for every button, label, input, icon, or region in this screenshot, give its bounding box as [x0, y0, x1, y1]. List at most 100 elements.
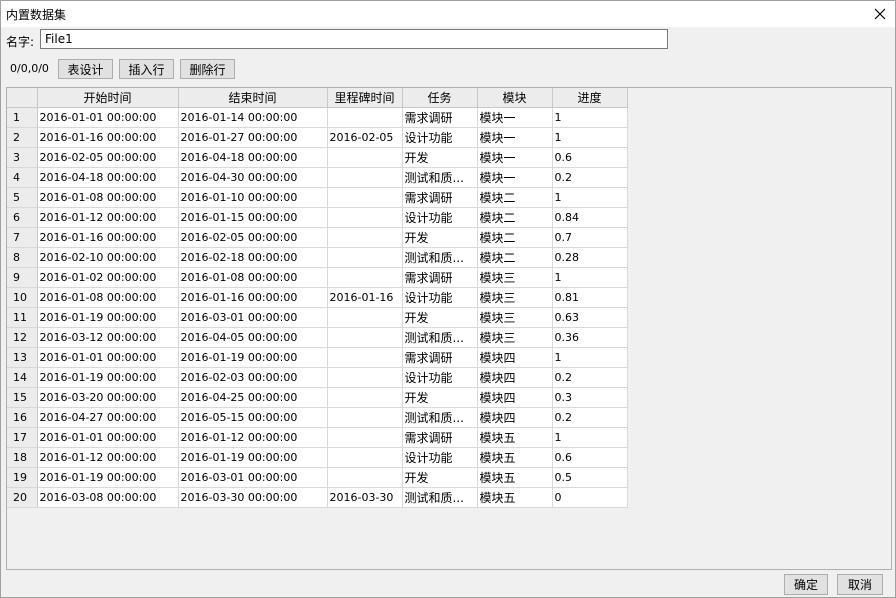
table-cell[interactable]: 模块一	[477, 167, 553, 188]
table-cell[interactable]: 设计功能	[402, 367, 478, 388]
table-row[interactable]: 13 2016-01-01 00:00:00 2016-01-19 00:00:00…	[7, 347, 628, 368]
table-cell[interactable]	[327, 247, 403, 268]
table-cell[interactable]: 1	[552, 187, 628, 208]
table-cell[interactable]: 0.3	[552, 387, 628, 408]
table-cell[interactable]: 0.84	[552, 207, 628, 228]
table-cell[interactable]: 开发	[402, 387, 478, 408]
table-cell[interactable]: 模块三	[477, 267, 553, 288]
row-number[interactable]: 6	[7, 207, 38, 228]
table-cell[interactable]: 模块五	[477, 427, 553, 448]
table-cell[interactable]: 2016-01-27 00:00:00	[178, 127, 328, 148]
table-cell[interactable]	[327, 167, 403, 188]
row-number[interactable]: 20	[7, 487, 38, 508]
table-cell[interactable]	[327, 107, 403, 128]
table-cell[interactable]: 开发	[402, 307, 478, 328]
table-row[interactable]: 16 2016-04-27 00:00:00 2016-05-15 00:00:00…	[7, 407, 628, 428]
table-cell[interactable]: 设计功能	[402, 287, 478, 308]
table-cell[interactable]	[327, 267, 403, 288]
row-number[interactable]: 2	[7, 127, 38, 148]
table-row[interactable]: 2 2016-01-16 00:00:00 2016-01-27 00:00:00 2…	[7, 127, 628, 148]
table-cell[interactable]: 2016-01-19 00:00:00	[37, 307, 179, 328]
row-number[interactable]: 4	[7, 167, 38, 188]
table-cell[interactable]: 2016-01-12 00:00:00	[37, 207, 179, 228]
row-number[interactable]: 15	[7, 387, 38, 408]
table-cell[interactable]: 2016-01-08 00:00:00	[178, 267, 328, 288]
ok-button[interactable]: 确定	[784, 574, 828, 595]
table-cell[interactable]	[327, 367, 403, 388]
table-cell[interactable]: 测试和质...	[402, 407, 478, 428]
table-cell[interactable]: 2016-02-03 00:00:00	[178, 367, 328, 388]
table-cell[interactable]: 2016-01-12 00:00:00	[37, 447, 179, 468]
table-cell[interactable]: 模块四	[477, 367, 553, 388]
table-cell[interactable]: 开发	[402, 227, 478, 248]
table-cell[interactable]: 2016-03-30 00:00:00	[178, 487, 328, 508]
column-header[interactable]: 进度	[552, 88, 628, 108]
table-cell[interactable]: 2016-04-18 00:00:00	[178, 147, 328, 168]
table-cell[interactable]: 0	[552, 487, 628, 508]
table-cell[interactable]: 2016-01-08 00:00:00	[37, 187, 179, 208]
row-number[interactable]: 19	[7, 467, 38, 488]
table-cell[interactable]: 2016-04-25 00:00:00	[178, 387, 328, 408]
row-number[interactable]: 17	[7, 427, 38, 448]
insert-row-button[interactable]: 插入行	[119, 59, 174, 79]
table-row[interactable]: 14 2016-01-19 00:00:00 2016-02-03 00:00:00…	[7, 367, 628, 388]
table-cell[interactable]	[327, 147, 403, 168]
table-design-button[interactable]: 表设计	[58, 59, 113, 79]
table-cell[interactable]: 开发	[402, 467, 478, 488]
row-number[interactable]: 3	[7, 147, 38, 168]
table-row[interactable]: 10 2016-01-08 00:00:00 2016-01-16 00:00:00…	[7, 287, 628, 308]
name-input[interactable]	[40, 29, 668, 49]
table-cell[interactable]: 2016-01-01 00:00:00	[37, 107, 179, 128]
table-cell[interactable]: 2016-03-12 00:00:00	[37, 327, 179, 348]
row-number[interactable]: 10	[7, 287, 38, 308]
table-cell[interactable]: 2016-01-08 00:00:00	[37, 287, 179, 308]
cancel-button[interactable]: 取消	[837, 574, 883, 595]
table-cell[interactable]: 设计功能	[402, 207, 478, 228]
table-cell[interactable]: 0.6	[552, 147, 628, 168]
table-cell[interactable]: 1	[552, 127, 628, 148]
table-cell[interactable]: 1	[552, 107, 628, 128]
table-cell[interactable]	[327, 347, 403, 368]
table-cell[interactable]: 模块二	[477, 207, 553, 228]
table-cell[interactable]	[327, 187, 403, 208]
corner-header[interactable]	[7, 88, 38, 108]
row-number[interactable]: 13	[7, 347, 38, 368]
table-cell[interactable]: 1	[552, 347, 628, 368]
table-row[interactable]: 12 2016-03-12 00:00:00 2016-04-05 00:00:00…	[7, 327, 628, 348]
table-row[interactable]: 11 2016-01-19 00:00:00 2016-03-01 00:00:00…	[7, 307, 628, 328]
table-cell[interactable]: 2016-01-16 00:00:00	[37, 227, 179, 248]
table-cell[interactable]: 2016-04-05 00:00:00	[178, 327, 328, 348]
table-cell[interactable]: 2016-01-16 00:00:00	[178, 287, 328, 308]
table-cell[interactable]: 2016-04-30 00:00:00	[178, 167, 328, 188]
table-cell[interactable]: 模块四	[477, 407, 553, 428]
table-cell[interactable]: 测试和质...	[402, 327, 478, 348]
table-cell[interactable]: 2016-01-02 00:00:00	[37, 267, 179, 288]
table-cell[interactable]: 2016-02-05	[327, 127, 403, 148]
table-cell[interactable]: 2016-02-18 00:00:00	[178, 247, 328, 268]
table-cell[interactable]: 2016-02-05 00:00:00	[178, 227, 328, 248]
row-number[interactable]: 1	[7, 107, 38, 128]
table-cell[interactable]: 2016-01-14 00:00:00	[178, 107, 328, 128]
table-cell[interactable]: 模块三	[477, 287, 553, 308]
table-row[interactable]: 20 2016-03-08 00:00:00 2016-03-30 00:00:00…	[7, 487, 628, 508]
table-cell[interactable]	[327, 467, 403, 488]
table-cell[interactable]: 2016-04-27 00:00:00	[37, 407, 179, 428]
table-cell[interactable]	[327, 427, 403, 448]
table-cell[interactable]: 2016-01-15 00:00:00	[178, 207, 328, 228]
table-cell[interactable]: 开发	[402, 147, 478, 168]
table-cell[interactable]: 1	[552, 427, 628, 448]
table-cell[interactable]: 模块一	[477, 147, 553, 168]
table-cell[interactable]: 2016-04-18 00:00:00	[37, 167, 179, 188]
table-cell[interactable]: 模块一	[477, 107, 553, 128]
table-cell[interactable]: 模块五	[477, 487, 553, 508]
table-cell[interactable]: 2016-02-05 00:00:00	[37, 147, 179, 168]
table-row[interactable]: 18 2016-01-12 00:00:00 2016-01-19 00:00:00…	[7, 447, 628, 468]
table-cell[interactable]: 0.5	[552, 467, 628, 488]
row-number[interactable]: 11	[7, 307, 38, 328]
close-button[interactable]	[869, 3, 891, 25]
table-cell[interactable]: 设计功能	[402, 127, 478, 148]
table-cell[interactable]: 0.2	[552, 167, 628, 188]
row-number[interactable]: 7	[7, 227, 38, 248]
column-header[interactable]: 开始时间	[37, 88, 179, 108]
table-cell[interactable]: 2016-01-01 00:00:00	[37, 427, 179, 448]
